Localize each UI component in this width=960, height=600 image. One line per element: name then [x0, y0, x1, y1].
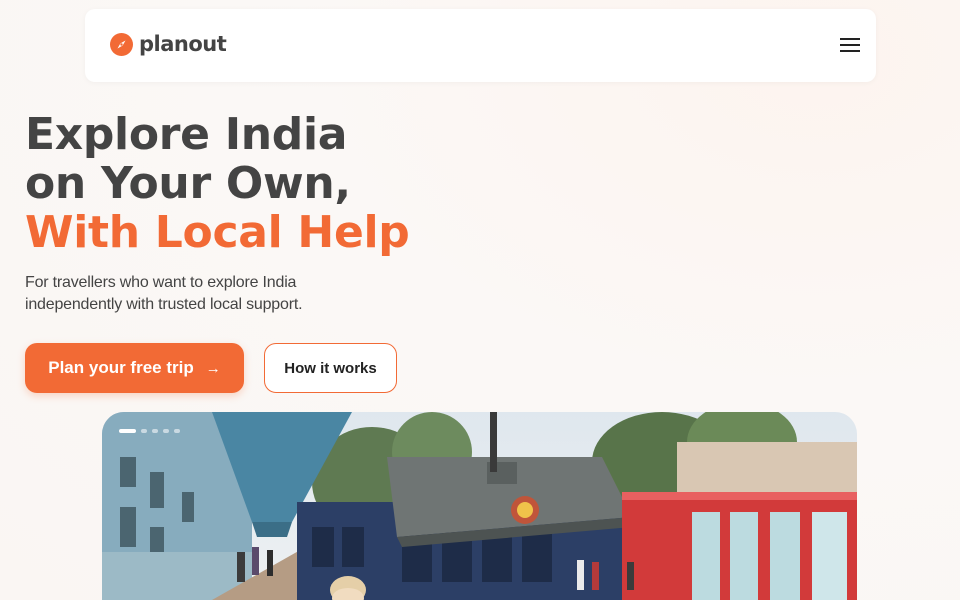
hero-title: Explore India on Your Own, With Local He… [25, 109, 410, 258]
top-navbar: planout [85, 9, 876, 82]
train-platform-photo [102, 412, 857, 600]
carousel-dot[interactable] [152, 429, 158, 433]
plan-free-trip-label: Plan your free trip [48, 358, 194, 377]
compass-icon [110, 33, 133, 56]
hero-subtitle: For travellers who want to explore India… [25, 274, 303, 313]
carousel-dot[interactable] [141, 429, 147, 433]
how-it-works-button[interactable]: How it works [264, 343, 397, 393]
hero-title-line-2: on Your Own, [25, 158, 351, 209]
carousel-dot[interactable] [174, 429, 180, 433]
carousel-indicators [119, 429, 180, 433]
hamburger-menu-icon[interactable] [840, 38, 860, 54]
brand-name: planout [139, 32, 227, 56]
arrow-right-icon: → [205, 359, 221, 377]
brand-logo[interactable]: planout [110, 32, 227, 57]
hero-title-line-1: Explore India [25, 109, 348, 160]
carousel-dot[interactable] [119, 429, 136, 433]
plan-free-trip-button[interactable]: Plan your free trip → [25, 343, 244, 393]
hero-image-carousel[interactable] [102, 412, 857, 600]
carousel-dot[interactable] [163, 429, 169, 433]
how-it-works-label: How it works [284, 359, 377, 377]
hero-title-line-3: With Local Help [25, 207, 410, 258]
